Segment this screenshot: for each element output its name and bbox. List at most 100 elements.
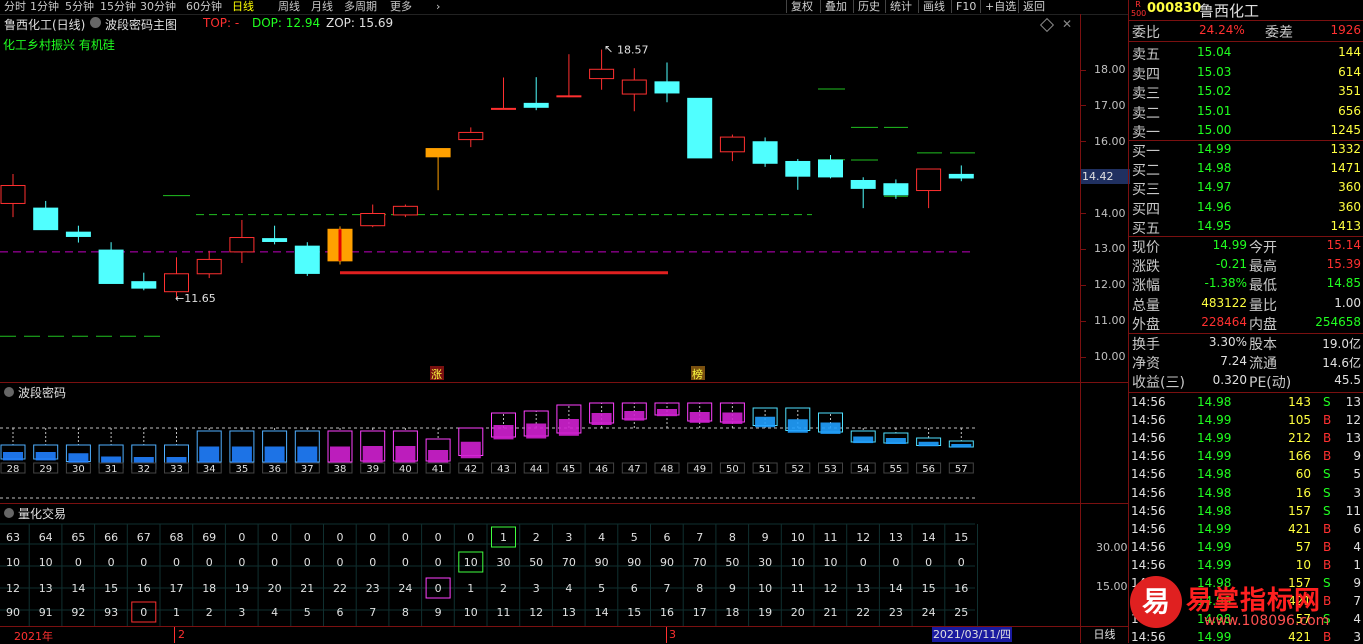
period-footer[interactable]: 日线 <box>1081 627 1128 643</box>
tick-count: 13 <box>1345 395 1361 409</box>
quant-cell: 0 <box>206 556 213 569</box>
period-button-4[interactable]: 30分钟 <box>140 0 176 13</box>
tick-side: B <box>1323 413 1332 428</box>
watermark-url: www.108096.com <box>1204 613 1330 629</box>
quant-cell: 90 <box>660 556 674 569</box>
quant-cell: 22 <box>333 582 347 595</box>
candle-body <box>491 107 516 110</box>
y-tick-label: 10.00 <box>1094 350 1126 363</box>
wave-count-label: 31 <box>105 464 118 475</box>
tool-button-7[interactable]: 返回 <box>1018 0 1049 13</box>
wave-count-label: 57 <box>955 464 968 475</box>
y-tick-label: 13.00 <box>1094 242 1126 256</box>
tool-button-1[interactable]: 叠加 <box>820 0 851 13</box>
quant-cell: 24 <box>398 582 412 595</box>
quant-cell: 0 <box>467 531 474 544</box>
tick-side: B <box>1323 449 1332 464</box>
period-button-9[interactable]: 多周期 <box>344 0 377 13</box>
tool-button-0[interactable]: 复权 <box>786 0 817 13</box>
quant-cell: 17 <box>693 606 707 619</box>
period-button-3[interactable]: 15分钟 <box>100 0 136 13</box>
quant-cell: 0 <box>271 531 278 544</box>
period-button-6[interactable]: 日线 <box>232 0 254 13</box>
quant-cell: 0 <box>369 531 376 544</box>
stat-value: 19.0亿 <box>1322 337 1361 351</box>
buy-volume: 360 <box>1338 199 1361 214</box>
tick-price: 14.99 <box>1197 557 1232 572</box>
tick-volume: 60 <box>1295 467 1311 482</box>
stat-label: 涨幅 <box>1132 278 1160 295</box>
stat-value: -0.21 <box>1215 257 1247 272</box>
quant-cell: 0 <box>337 556 344 569</box>
candle-body <box>523 102 549 108</box>
quant-cell: 0 <box>958 556 965 569</box>
period-button-2[interactable]: 5分钟 <box>65 0 94 13</box>
wave-bar <box>526 423 547 439</box>
weibi-value: 24.24% <box>1199 23 1245 37</box>
sell-label: 卖四 <box>1132 66 1160 83</box>
quant-cell: 2 <box>206 606 213 619</box>
quant-grid: 63 64 65 66 67 68 69 0 0 0 0 0 0 0 0 1 2 3 4 5 6 7 8 9 10 11 12 13 1… <box>0 523 978 626</box>
candle-body <box>360 213 386 227</box>
tool-button-4[interactable]: 画线 <box>918 0 949 13</box>
tick-time: 14:56 <box>1131 431 1166 446</box>
period-button-8[interactable]: 月线 <box>311 0 333 13</box>
quant-cell: 11 <box>824 531 838 544</box>
quant-cell: 1 <box>173 606 180 619</box>
quant-cell: 10 <box>464 556 478 569</box>
quant-cell: 16 <box>660 606 674 619</box>
high-arrow-icon: ↖ <box>604 43 613 56</box>
tick-volume: 143 <box>1288 395 1311 409</box>
tick-price: 14.99 <box>1197 539 1232 554</box>
quant-cell: 7 <box>369 606 376 619</box>
candle-body <box>785 160 811 177</box>
wave-count-label: 35 <box>236 464 249 475</box>
quant-cell: 8 <box>402 606 409 619</box>
tick-volume: 10 <box>1295 557 1311 572</box>
tick-price: 14.99 <box>1197 431 1232 446</box>
quant-cell: 0 <box>435 556 442 569</box>
tick-count: 3 <box>1353 485 1361 500</box>
period-button-10[interactable]: 更多 <box>390 0 412 13</box>
period-button-7[interactable]: 周线 <box>278 0 300 13</box>
tool-button-3[interactable]: 统计 <box>885 0 916 13</box>
buy-price: 14.98 <box>1197 161 1232 176</box>
candle-body <box>654 81 680 94</box>
quant-cell: 0 <box>369 556 376 569</box>
tick-time: 14:56 <box>1131 539 1166 554</box>
wave-count-label: 41 <box>432 464 445 475</box>
wave-bar <box>657 409 677 417</box>
period-button-1[interactable]: 1分钟 <box>30 0 59 13</box>
y-tick-label: 16.00 <box>1094 134 1126 148</box>
wave-count-label: 32 <box>137 464 150 475</box>
tool-button-5[interactable]: F10 <box>951 0 980 13</box>
wave-bar <box>460 441 481 459</box>
wave-bar <box>885 438 906 444</box>
tick-count: 7 <box>1353 594 1361 609</box>
tick-side: S <box>1323 395 1331 409</box>
divider <box>1129 392 1363 393</box>
weicha-label: 委差 <box>1265 25 1293 41</box>
wave-count-label: 37 <box>301 464 314 475</box>
stat-label: 内盘 <box>1249 316 1277 333</box>
wave-bar <box>820 422 841 434</box>
tool-button-6[interactable]: +自选 <box>980 0 1020 13</box>
quant-cell: 63 <box>6 531 20 544</box>
wave-bar <box>853 436 874 444</box>
candle-body <box>98 249 124 284</box>
tool-button-2[interactable]: 历史 <box>853 0 884 13</box>
more-chevron-icon[interactable]: › <box>436 0 440 13</box>
wave-count-label: 39 <box>366 464 379 475</box>
quant-cell: 0 <box>402 556 409 569</box>
quant-cell: 30 <box>758 556 772 569</box>
candle-body <box>33 207 59 231</box>
period-button-5[interactable]: 60分钟 <box>186 0 222 13</box>
quant-cell: 6 <box>337 606 344 619</box>
period-button-0[interactable]: 分时 <box>4 0 26 13</box>
divider <box>1129 20 1363 21</box>
candle-body <box>687 97 713 159</box>
quant-cell: 14 <box>71 582 85 595</box>
quant-cell: 3 <box>533 582 540 595</box>
tick-price: 14.99 <box>1197 521 1232 536</box>
quant-cell: 92 <box>71 606 85 619</box>
